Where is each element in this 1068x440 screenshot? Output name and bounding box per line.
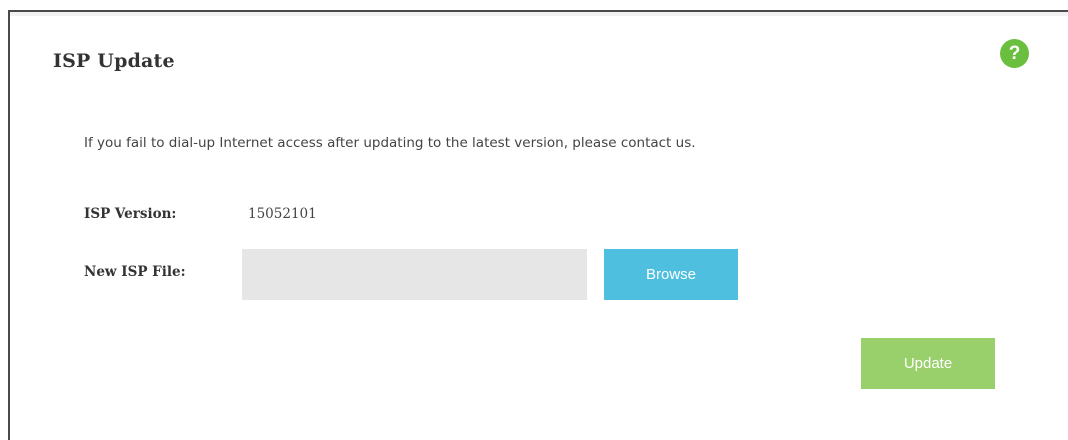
new-isp-file-label: New ISP File: [84,264,186,280]
isp-update-notice: If you fail to dial-up Internet access a… [84,135,696,151]
page-title: ISP Update [53,50,175,72]
panel-top-edge [10,12,1068,16]
browse-button[interactable]: Browse [604,249,738,300]
isp-version-label: ISP Version: [84,206,177,222]
isp-version-value: 15052101 [248,206,317,222]
help-icon[interactable]: ? [1000,39,1029,68]
update-button[interactable]: Update [861,338,995,389]
new-isp-file-input[interactable] [242,249,587,300]
